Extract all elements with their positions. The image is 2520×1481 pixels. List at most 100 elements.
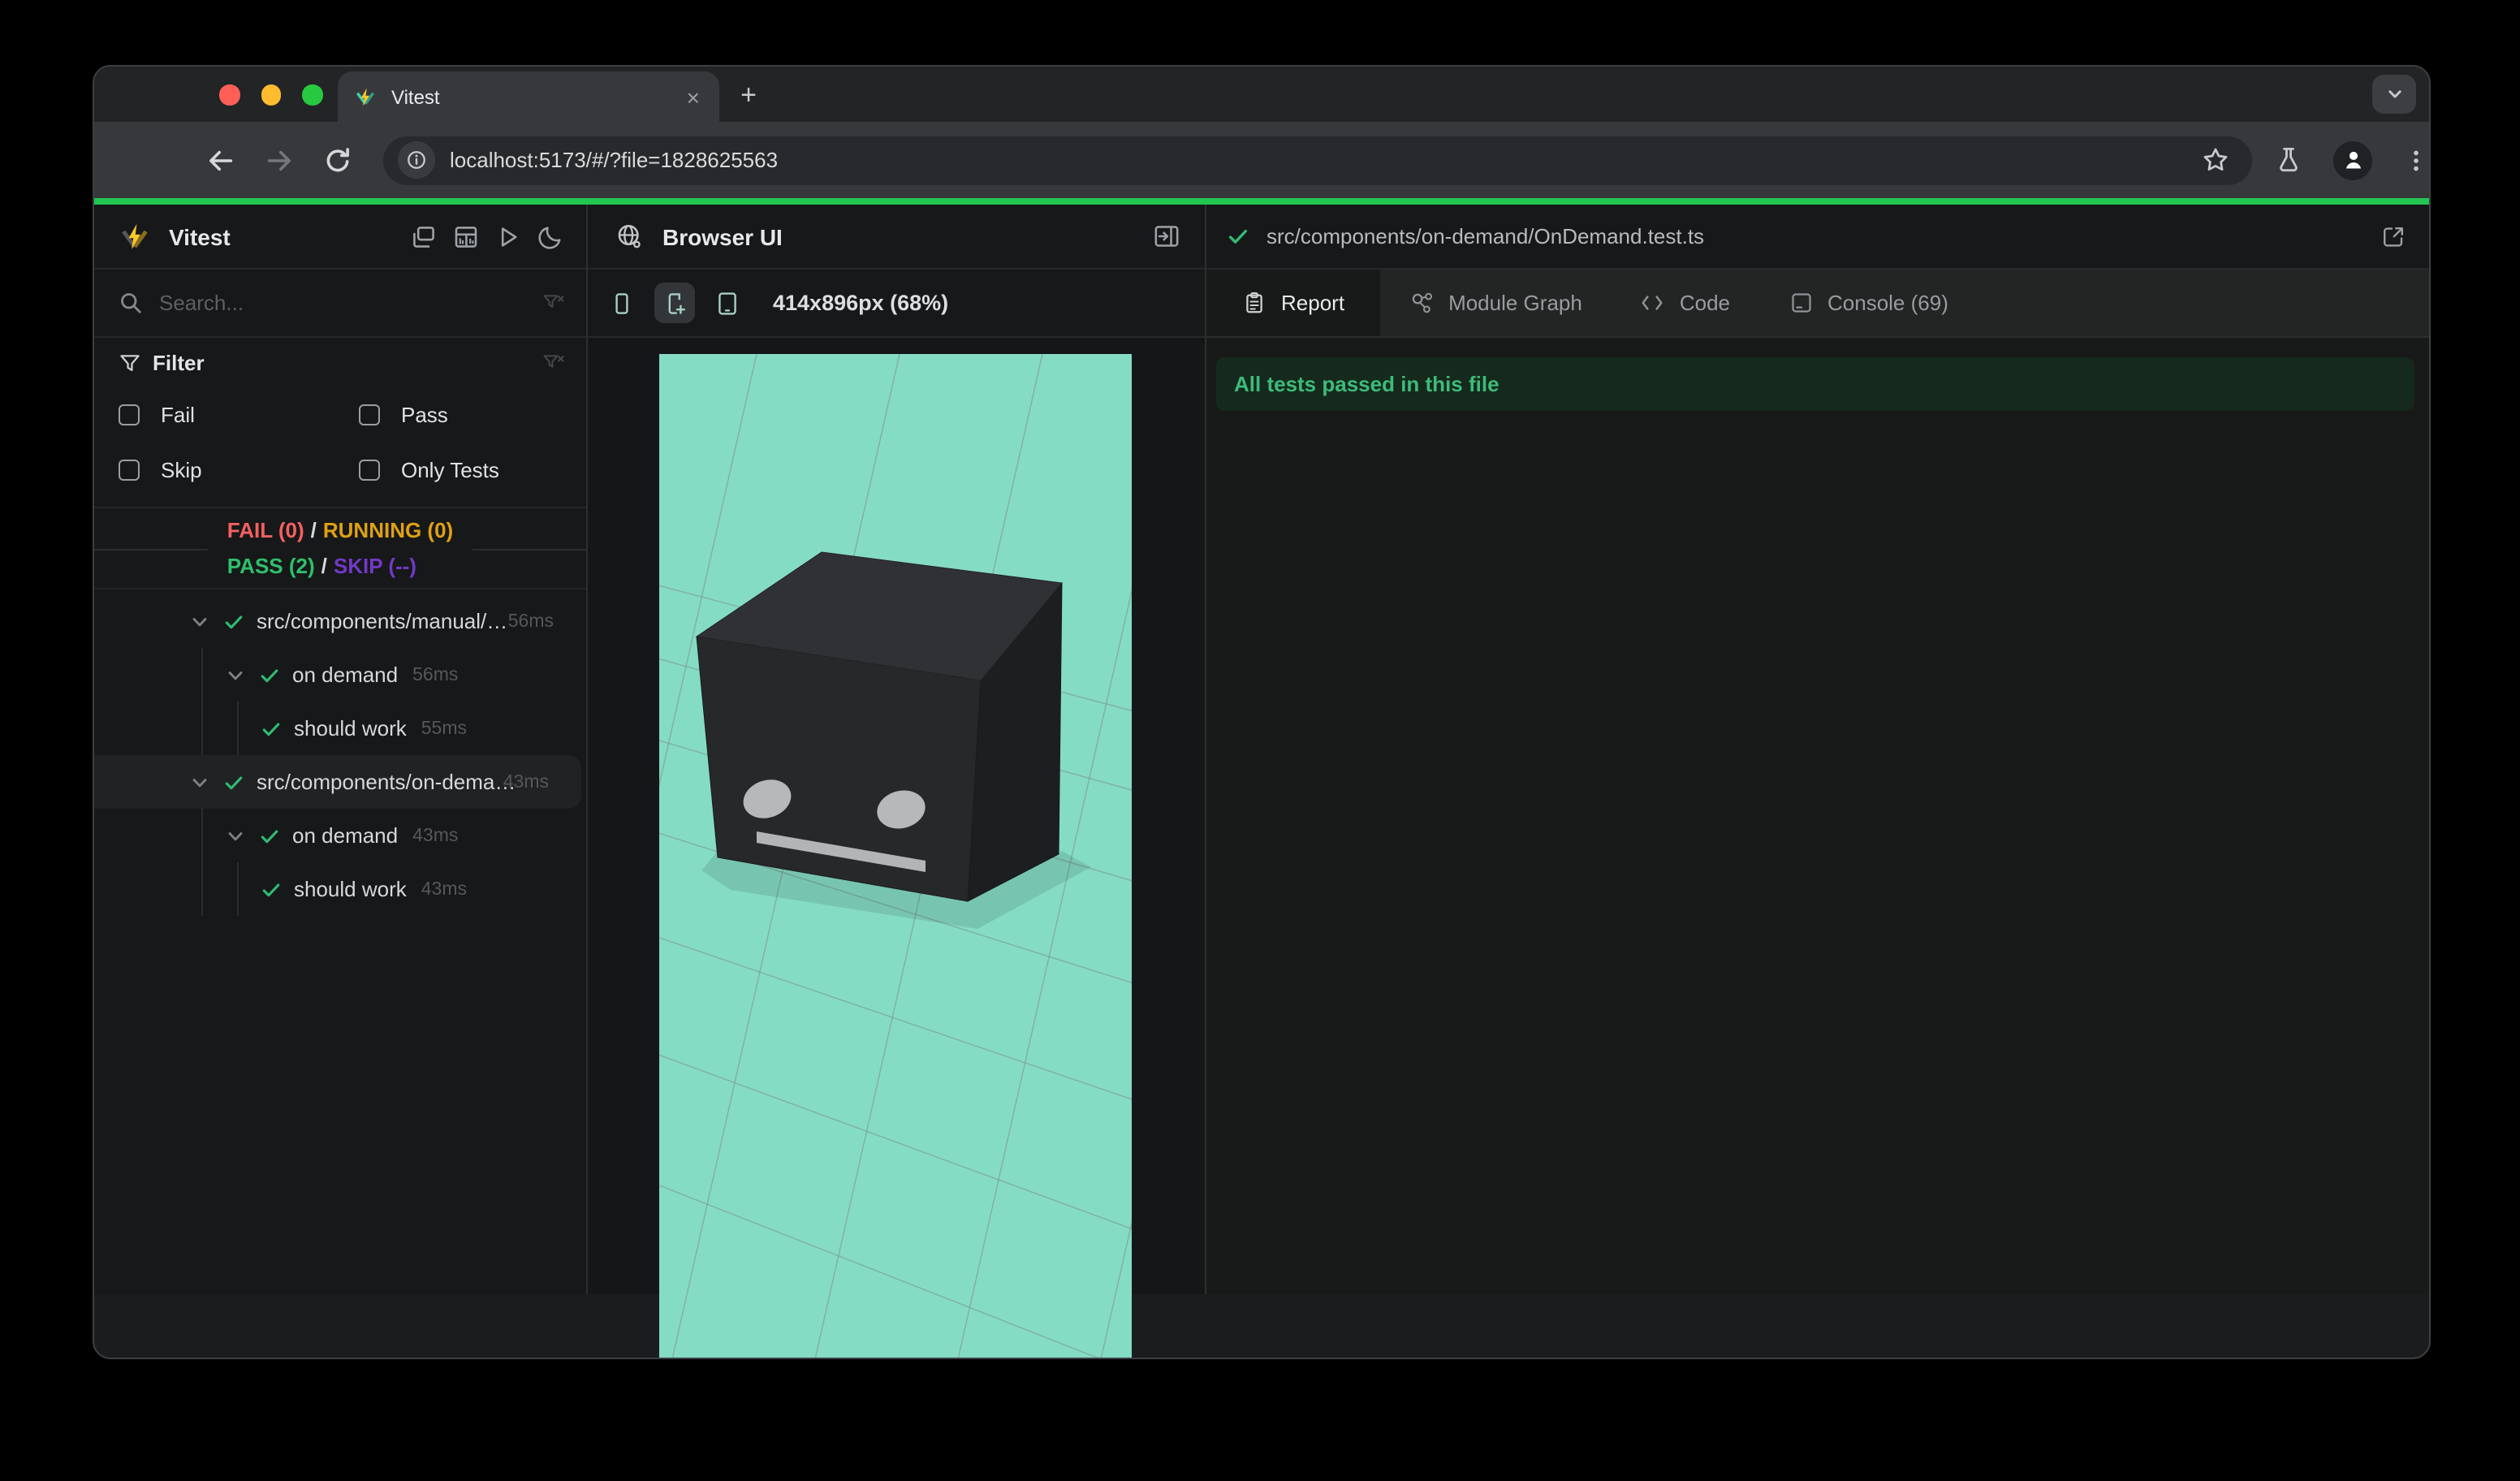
- chevron-down-icon[interactable]: [188, 771, 211, 793]
- open-in-editor-icon[interactable]: [2380, 223, 2406, 249]
- tab-label: Code: [1679, 291, 1730, 315]
- close-tab-icon[interactable]: ×: [684, 85, 703, 108]
- menu-dots-icon[interactable]: [2403, 147, 2429, 173]
- browser-ui-panel: Browser UI 414x896px (68%): [588, 205, 1205, 1358]
- tree-row-file[interactable]: src/components/manual/… 56ms: [94, 594, 586, 648]
- tab-console-69[interactable]: Console (69): [1759, 270, 1978, 336]
- tab-label: Console (69): [1827, 291, 1948, 315]
- toolbar-actions: [2275, 140, 2429, 179]
- tab-report[interactable]: Report: [1206, 270, 1381, 336]
- tested-page-canvas[interactable]: [659, 354, 1132, 1359]
- search-input[interactable]: [156, 289, 542, 317]
- sidebar: Vitest Filter: [94, 205, 586, 1294]
- device-phone-small-button[interactable]: [604, 285, 640, 321]
- window-controls: [219, 84, 322, 105]
- url-text[interactable]: localhost:5173/#/?file=1828625563: [450, 148, 2202, 172]
- indent-guide: [201, 809, 203, 862]
- globe-icon: [618, 224, 641, 248]
- new-tab-button[interactable]: +: [729, 76, 768, 115]
- filter-options: Fail Pass Skip Only Tests: [119, 395, 586, 490]
- banner-text: All tests passed in this file: [1234, 372, 1499, 396]
- bookmark-star-icon[interactable]: [2202, 146, 2229, 174]
- all-tests-passed-banner: All tests passed in this file: [1216, 357, 2414, 411]
- filter-option-fail[interactable]: Fail: [119, 395, 359, 435]
- back-button[interactable]: [206, 145, 235, 175]
- reload-button[interactable]: [323, 145, 352, 175]
- experiments-flask-icon[interactable]: [2275, 146, 2302, 174]
- device-tablet-button[interactable]: [710, 285, 745, 321]
- desktop: Vitest × + localhost:5173/#/?file=182862…: [0, 0, 2520, 1481]
- tab-code[interactable]: Code: [1612, 270, 1759, 336]
- sidebar-actions: [411, 223, 563, 249]
- collapse-panels-icon[interactable]: [411, 223, 437, 249]
- fail-count: FAIL (0): [227, 517, 304, 542]
- checkbox-icon[interactable]: [119, 460, 140, 481]
- checkbox-icon[interactable]: [359, 460, 380, 481]
- filter-option-pass[interactable]: Pass: [359, 395, 586, 435]
- indent-guide: [201, 862, 203, 916]
- checkbox-icon[interactable]: [119, 404, 140, 425]
- filter-section: Filter Fail Pass Skip Only Tests: [94, 338, 586, 508]
- viewport-size-label[interactable]: 414x896px (68%): [773, 291, 948, 315]
- device-phone-plus-button[interactable]: [654, 283, 695, 323]
- forward-button[interactable]: [265, 145, 294, 175]
- vitest-progress-bar: [94, 198, 2429, 205]
- file-pass-check-icon: [1228, 229, 1248, 244]
- maximize-window-button[interactable]: [302, 84, 322, 105]
- close-window-button[interactable]: [219, 84, 239, 105]
- vitest-logo-icon: [122, 222, 148, 248]
- run-all-tests-icon[interactable]: [495, 223, 521, 249]
- pass-check-icon: [225, 775, 243, 789]
- test-tree: src/components/manual/… 56ms on demand 56ms…: [94, 589, 586, 1294]
- indent-guide: [201, 648, 203, 702]
- filter-option-label: Skip: [161, 458, 202, 482]
- console-icon: [1791, 293, 1810, 313]
- tree-row-duration: 43ms: [503, 772, 549, 792]
- report-file-header: src/components/on-demand/OnDemand.test.t…: [1206, 205, 2429, 270]
- dashboard-report-icon[interactable]: [453, 223, 479, 249]
- tree-row-duration: 43ms: [412, 826, 459, 845]
- filter-title: Filter: [153, 351, 205, 375]
- tree-row-label: src/components/on-dema…: [257, 770, 516, 794]
- profile-avatar[interactable]: [2333, 140, 2372, 179]
- browser-tab-vitest[interactable]: Vitest ×: [338, 71, 719, 122]
- chevron-down-icon[interactable]: [188, 610, 211, 633]
- pass-check-icon: [261, 668, 278, 682]
- chevron-down-icon[interactable]: [224, 824, 247, 847]
- site-info-icon[interactable]: [398, 141, 435, 179]
- tree-row-label: on demand: [292, 663, 399, 687]
- clear-filters-icon[interactable]: [542, 352, 565, 374]
- sidebar-header: Vitest: [94, 205, 586, 270]
- app-title: Vitest: [169, 223, 231, 249]
- tree-row-duration: 56ms: [507, 611, 554, 631]
- filter-option-only-tests[interactable]: Only Tests: [359, 450, 586, 490]
- clipboard-icon: [1246, 291, 1262, 313]
- tree-row-suite[interactable]: on demand 43ms: [94, 809, 586, 862]
- tree-row-duration: 55ms: [421, 719, 467, 738]
- tree-row-label: src/components/manual/…: [257, 609, 508, 633]
- tab-search-button[interactable]: [2372, 75, 2416, 114]
- tab-module-graph[interactable]: Module Graph: [1380, 270, 1612, 336]
- url-bar[interactable]: localhost:5173/#/?file=1828625563: [383, 136, 2252, 184]
- pass-check-icon: [262, 883, 280, 896]
- tree-row-file[interactable]: src/components/on-dema… 43ms: [94, 755, 581, 809]
- dark-mode-moon-icon[interactable]: [537, 223, 563, 249]
- report-content: All tests passed in this file: [1206, 338, 2429, 1294]
- tree-row-test[interactable]: should work 55ms: [94, 702, 586, 755]
- code-icon: [1642, 296, 1663, 310]
- vitest-favicon-icon: [356, 87, 375, 106]
- filter-option-skip[interactable]: Skip: [119, 450, 359, 490]
- filter-option-label: Only Tests: [401, 458, 499, 482]
- vitest-ui: Vitest Filter: [94, 205, 2429, 1358]
- minimize-window-button[interactable]: [261, 84, 281, 105]
- tree-row-test[interactable]: should work 43ms: [94, 862, 586, 916]
- checkbox-icon[interactable]: [359, 404, 380, 425]
- browser-toolbar: localhost:5173/#/?file=1828625563: [94, 122, 2429, 198]
- expand-panel-icon[interactable]: [1153, 222, 1180, 250]
- tab-label: Module Graph: [1448, 291, 1582, 315]
- chevron-down-icon[interactable]: [224, 663, 247, 686]
- clear-search-filter-icon[interactable]: [542, 291, 565, 314]
- summary-line-1: FAIL (0) / RUNNING (0): [227, 517, 454, 542]
- tree-row-suite[interactable]: on demand 56ms: [94, 648, 586, 702]
- tree-row-label: on demand: [292, 823, 399, 848]
